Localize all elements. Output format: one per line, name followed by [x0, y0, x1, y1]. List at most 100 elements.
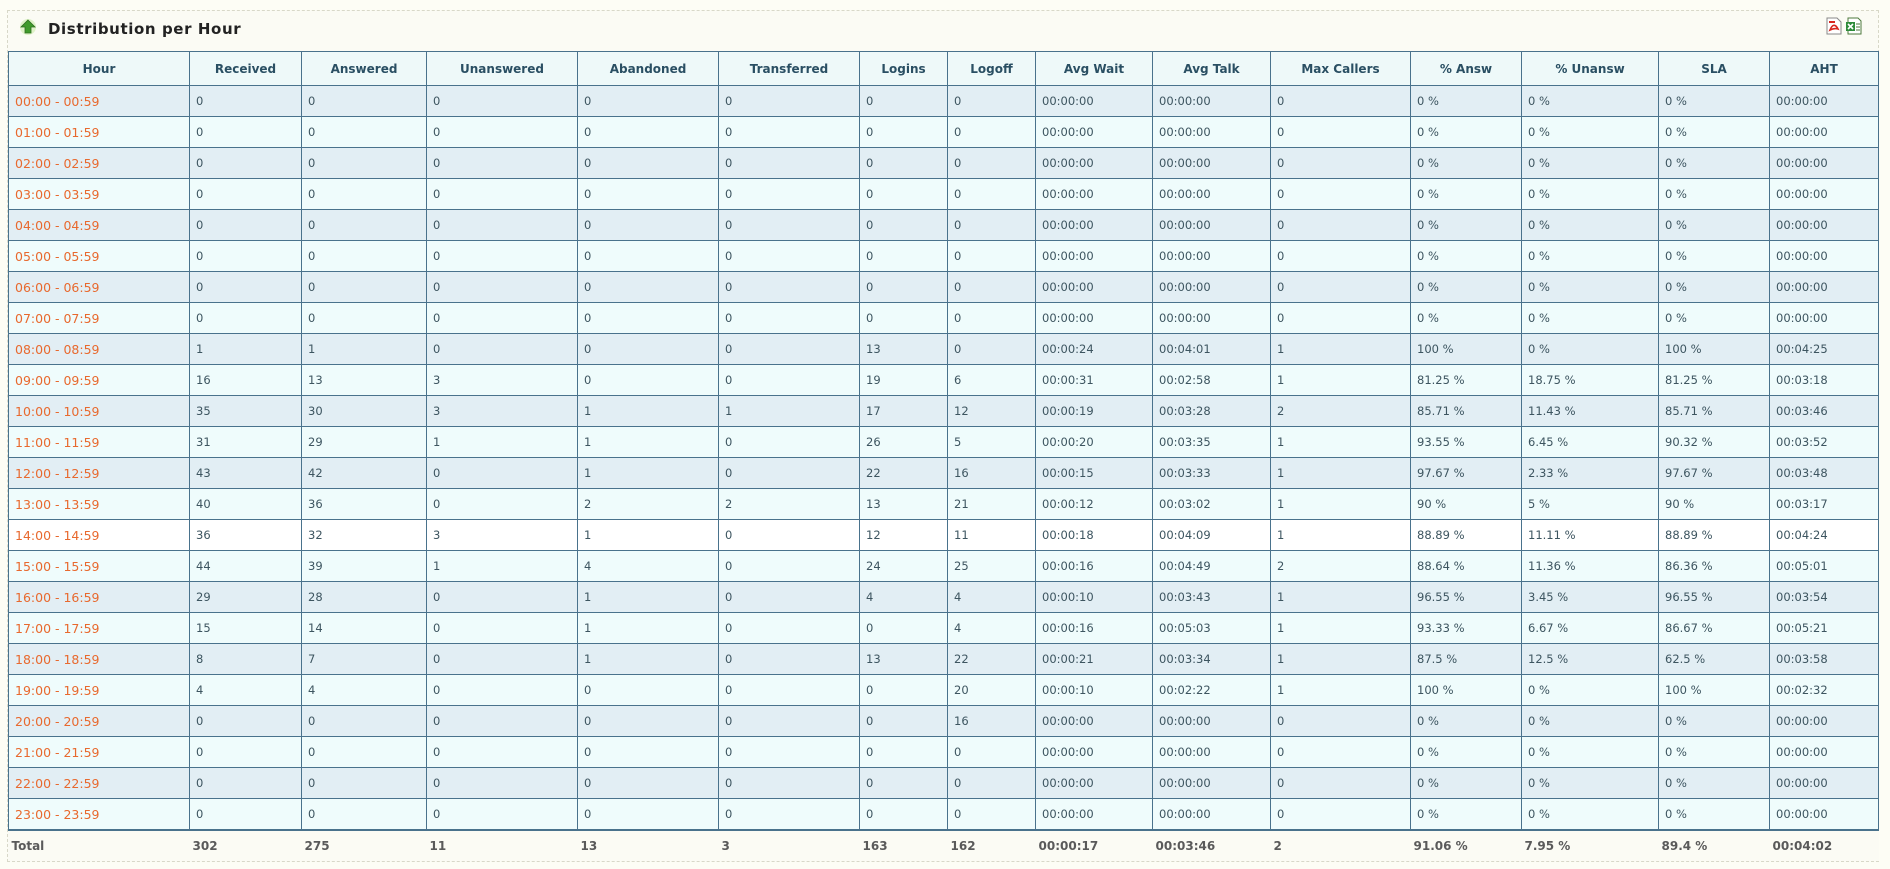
hour-link[interactable]: 21:00 - 21:59: [8, 736, 190, 768]
hour-link[interactable]: 01:00 - 01:59: [8, 116, 190, 148]
cell-transferred: 0: [718, 302, 860, 334]
cell-received: 36: [189, 519, 302, 551]
cell-logins: 0: [859, 612, 948, 644]
hour-link[interactable]: 03:00 - 03:59: [8, 178, 190, 210]
cell-sla: 0 %: [1658, 240, 1770, 272]
hour-link[interactable]: 08:00 - 08:59: [8, 333, 190, 365]
cell-pct-unansw: 0 %: [1521, 147, 1659, 179]
cell-abandoned: 0: [577, 364, 719, 396]
cell-max-callers: 1: [1270, 643, 1411, 675]
hour-link[interactable]: 16:00 - 16:59: [8, 581, 190, 613]
cell-answered: 0: [301, 178, 427, 210]
column-header-received: Received: [189, 51, 302, 86]
cell-pct-answ: 97.67 %: [1410, 457, 1522, 489]
collapse-arrow-icon[interactable]: [19, 18, 37, 36]
hour-link[interactable]: 15:00 - 15:59: [8, 550, 190, 582]
cell-abandoned: 0: [577, 705, 719, 737]
column-header-max-callers: Max Callers: [1270, 51, 1411, 86]
cell-pct-unansw: 11.11 %: [1521, 519, 1659, 551]
pdf-export-icon[interactable]: [1826, 17, 1842, 35]
cell-avg-talk: 00:03:34: [1152, 643, 1271, 675]
hour-link[interactable]: 09:00 - 09:59: [8, 364, 190, 396]
cell-pct-unansw: 3.45 %: [1521, 581, 1659, 613]
cell-avg-talk: 00:02:22: [1152, 674, 1271, 706]
hour-link[interactable]: 11:00 - 11:59: [8, 426, 190, 458]
table-row: 11:00 - 11:59 31 29 1 1 0 26 5 00:00:20 00:03:35 1…: [8, 426, 1879, 458]
hour-link[interactable]: 07:00 - 07:59: [8, 302, 190, 334]
cell-max-callers: 1: [1270, 364, 1411, 396]
column-header-pct-answ: % Answ: [1410, 51, 1522, 86]
cell-aht: 00:04:24: [1769, 519, 1879, 551]
cell-received: 15: [189, 612, 302, 644]
hour-link[interactable]: 23:00 - 23:59: [8, 798, 190, 831]
cell-received: 0: [189, 240, 302, 272]
cell-avg-wait: 00:00:15: [1035, 457, 1153, 489]
cell-pct-unansw: 0 %: [1521, 674, 1659, 706]
cell-unanswered: 0: [426, 333, 578, 365]
cell-max-callers: 1: [1270, 457, 1411, 489]
cell-sla: 100 %: [1658, 674, 1770, 706]
cell-abandoned: 1: [577, 581, 719, 613]
cell-sla: 0 %: [1658, 178, 1770, 210]
excel-export-icon[interactable]: [1845, 17, 1862, 35]
cell-transferred: 0: [718, 85, 860, 117]
cell-pct-unansw: 6.45 %: [1521, 426, 1659, 458]
hour-link[interactable]: 04:00 - 04:59: [8, 209, 190, 241]
cell-sla: 0 %: [1658, 798, 1770, 831]
hour-link[interactable]: 14:00 - 14:59: [8, 519, 190, 551]
hour-link[interactable]: 18:00 - 18:59: [8, 643, 190, 675]
cell-unanswered: 0: [426, 116, 578, 148]
cell-aht: 00:03:48: [1769, 457, 1879, 489]
cell-aht: 00:04:25: [1769, 333, 1879, 365]
cell-pct-answ: 0 %: [1410, 240, 1522, 272]
cell-pct-unansw: 5 %: [1521, 488, 1659, 520]
cell-pct-answ: 90 %: [1410, 488, 1522, 520]
table-row: 16:00 - 16:59 29 28 0 1 0 4 4 00:00:10 00:03:43 1 9…: [8, 581, 1879, 613]
cell-avg-talk: 00:00:00: [1152, 147, 1271, 179]
cell-aht: 00:00:00: [1769, 705, 1879, 737]
cell-abandoned: 0: [577, 736, 719, 768]
table-body: 00:00 - 00:59 0 0 0 0 0 0 0 00:00:00 00:00:00 0 0 %…: [8, 85, 1879, 831]
table-row: 12:00 - 12:59 43 42 0 1 0 22 16 00:00:15 00:03:33…: [8, 457, 1879, 489]
hour-link[interactable]: 00:00 - 00:59: [8, 85, 190, 117]
hour-link[interactable]: 20:00 - 20:59: [8, 705, 190, 737]
cell-transferred: 0: [718, 426, 860, 458]
panel-title: Distribution per Hour: [48, 20, 242, 38]
hour-link[interactable]: 13:00 - 13:59: [8, 488, 190, 520]
cell-sla: 88.89 %: [1658, 519, 1770, 551]
cell-answered: 0: [301, 271, 427, 303]
hour-link[interactable]: 05:00 - 05:59: [8, 240, 190, 272]
hour-link[interactable]: 22:00 - 22:59: [8, 767, 190, 799]
cell-avg-talk: 00:00:00: [1152, 116, 1271, 148]
cell-max-callers: 0: [1270, 302, 1411, 334]
cell-pct-answ: 0 %: [1410, 85, 1522, 117]
cell-transferred: 1: [718, 395, 860, 427]
hour-link[interactable]: 06:00 - 06:59: [8, 271, 190, 303]
table-row: 21:00 - 21:59 0 0 0 0 0 0 0 00:00:00 00:00:00 0 0 %…: [8, 736, 1879, 768]
cell-pct-unansw: 0 %: [1521, 271, 1659, 303]
cell-avg-wait: 00:00:21: [1035, 643, 1153, 675]
hour-link[interactable]: 17:00 - 17:59: [8, 612, 190, 644]
cell-logins: 13: [859, 488, 948, 520]
cell-sla: 0 %: [1658, 302, 1770, 334]
table-row: 02:00 - 02:59 0 0 0 0 0 0 0 00:00:00 00:00:00 0 0 %…: [8, 147, 1879, 179]
table-row: 18:00 - 18:59 8 7 0 1 0 13 22 00:00:21 00:03:34 1 8…: [8, 643, 1879, 675]
cell-max-callers: 1: [1270, 426, 1411, 458]
cell-transferred: 0: [718, 116, 860, 148]
cell-logoff: 0: [947, 333, 1036, 365]
cell-unanswered: 0: [426, 240, 578, 272]
hour-link[interactable]: 12:00 - 12:59: [8, 457, 190, 489]
cell-transferred: 0: [718, 178, 860, 210]
hour-link[interactable]: 10:00 - 10:59: [8, 395, 190, 427]
cell-sla: 0 %: [1658, 85, 1770, 117]
cell-logins: 13: [859, 643, 948, 675]
cell-logoff: 20: [947, 674, 1036, 706]
totals-row: Total 302 275 11 13 3 163 162 00:00:17 00:03:46 2 9…: [8, 829, 1879, 861]
table-row: 17:00 - 17:59 15 14 0 1 0 0 4 00:00:16 00:05:03 1 9…: [8, 612, 1879, 644]
hour-link[interactable]: 19:00 - 19:59: [8, 674, 190, 706]
hour-link[interactable]: 02:00 - 02:59: [8, 147, 190, 179]
cell-pct-answ: 0 %: [1410, 209, 1522, 241]
cell-answered: 0: [301, 85, 427, 117]
cell-max-callers: 1: [1270, 519, 1411, 551]
cell-transferred: 0: [718, 643, 860, 675]
